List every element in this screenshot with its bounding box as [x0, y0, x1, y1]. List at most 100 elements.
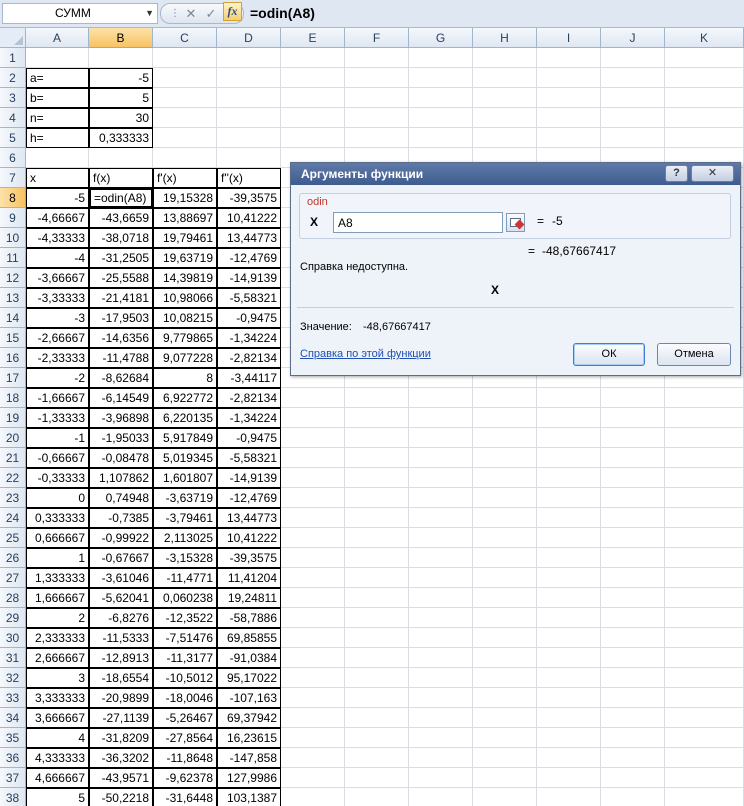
- cell-e18[interactable]: [281, 388, 345, 408]
- cell-a29[interactable]: 2: [26, 608, 89, 628]
- cell-a9[interactable]: -4,66667: [26, 208, 89, 228]
- cell-h34[interactable]: [473, 708, 537, 728]
- cell-c11[interactable]: 19,63719: [153, 248, 217, 268]
- cell-c2[interactable]: [153, 68, 217, 88]
- cell-a23[interactable]: 0: [26, 488, 89, 508]
- cell-g32[interactable]: [409, 668, 473, 688]
- cell-j31[interactable]: [601, 648, 665, 668]
- cell-d27[interactable]: 11,41204: [217, 568, 281, 588]
- cell-k27[interactable]: [665, 568, 744, 588]
- cell-a33[interactable]: 3,333333: [26, 688, 89, 708]
- row-header-4[interactable]: 4: [0, 108, 26, 128]
- cell-a31[interactable]: 2,666667: [26, 648, 89, 668]
- insert-function-icon[interactable]: fx: [223, 2, 242, 21]
- cell-i24[interactable]: [537, 508, 601, 528]
- cell-g29[interactable]: [409, 608, 473, 628]
- cell-h29[interactable]: [473, 608, 537, 628]
- cell-f27[interactable]: [345, 568, 409, 588]
- cell-c1[interactable]: [153, 48, 217, 68]
- cell-f28[interactable]: [345, 588, 409, 608]
- cell-a5[interactable]: h=: [26, 128, 89, 148]
- cell-a13[interactable]: -3,33333: [26, 288, 89, 308]
- cell-c16[interactable]: 9,077228: [153, 348, 217, 368]
- cell-d19[interactable]: -1,34224: [217, 408, 281, 428]
- cancel-button[interactable]: Отмена: [657, 343, 731, 366]
- row-header-22[interactable]: 22: [0, 468, 26, 488]
- cell-b4[interactable]: 30: [89, 108, 153, 128]
- cell-h21[interactable]: [473, 448, 537, 468]
- cell-i34[interactable]: [537, 708, 601, 728]
- cell-e31[interactable]: [281, 648, 345, 668]
- cell-d26[interactable]: -39,3575: [217, 548, 281, 568]
- row-header-10[interactable]: 10: [0, 228, 26, 248]
- row-header-27[interactable]: 27: [0, 568, 26, 588]
- cell-h20[interactable]: [473, 428, 537, 448]
- cell-f26[interactable]: [345, 548, 409, 568]
- cell-b22[interactable]: 1,107862: [89, 468, 153, 488]
- row-header-16[interactable]: 16: [0, 348, 26, 368]
- cell-f1[interactable]: [345, 48, 409, 68]
- cell-g30[interactable]: [409, 628, 473, 648]
- row-header-36[interactable]: 36: [0, 748, 26, 768]
- cell-j24[interactable]: [601, 508, 665, 528]
- cell-c5[interactable]: [153, 128, 217, 148]
- cell-b17[interactable]: -8,62684: [89, 368, 153, 388]
- cell-j27[interactable]: [601, 568, 665, 588]
- cell-g27[interactable]: [409, 568, 473, 588]
- cell-i20[interactable]: [537, 428, 601, 448]
- cell-b20[interactable]: -1,95033: [89, 428, 153, 448]
- cell-f24[interactable]: [345, 508, 409, 528]
- cell-c32[interactable]: -10,5012: [153, 668, 217, 688]
- cell-h31[interactable]: [473, 648, 537, 668]
- cell-b12[interactable]: -25,5588: [89, 268, 153, 288]
- cell-h38[interactable]: [473, 788, 537, 806]
- cell-c30[interactable]: -7,51476: [153, 628, 217, 648]
- row-header-23[interactable]: 23: [0, 488, 26, 508]
- row-header-8[interactable]: 8: [0, 188, 26, 208]
- row-header-2[interactable]: 2: [0, 68, 26, 88]
- cell-b27[interactable]: -3,61046: [89, 568, 153, 588]
- cell-k5[interactable]: [665, 128, 744, 148]
- cell-d20[interactable]: -0,9475: [217, 428, 281, 448]
- cell-k37[interactable]: [665, 768, 744, 788]
- cell-c13[interactable]: 10,98066: [153, 288, 217, 308]
- cell-a10[interactable]: -4,33333: [26, 228, 89, 248]
- cell-f34[interactable]: [345, 708, 409, 728]
- cell-k20[interactable]: [665, 428, 744, 448]
- cell-b8[interactable]: =odin(A8): [89, 188, 153, 208]
- cell-c15[interactable]: 9,779865: [153, 328, 217, 348]
- cell-e35[interactable]: [281, 728, 345, 748]
- cell-a24[interactable]: 0,333333: [26, 508, 89, 528]
- cell-c37[interactable]: -9,62378: [153, 768, 217, 788]
- column-header-e[interactable]: E: [281, 28, 345, 48]
- cell-a20[interactable]: -1: [26, 428, 89, 448]
- row-header-32[interactable]: 32: [0, 668, 26, 688]
- cell-h1[interactable]: [473, 48, 537, 68]
- cell-b10[interactable]: -38,0718: [89, 228, 153, 248]
- chevron-down-icon[interactable]: ▼: [145, 4, 154, 23]
- cell-a21[interactable]: -0,66667: [26, 448, 89, 468]
- cell-c18[interactable]: 6,922772: [153, 388, 217, 408]
- cell-e24[interactable]: [281, 508, 345, 528]
- cell-i3[interactable]: [537, 88, 601, 108]
- cell-k2[interactable]: [665, 68, 744, 88]
- cell-b32[interactable]: -18,6554: [89, 668, 153, 688]
- cell-j3[interactable]: [601, 88, 665, 108]
- cell-a38[interactable]: 5: [26, 788, 89, 806]
- row-header-26[interactable]: 26: [0, 548, 26, 568]
- cell-c36[interactable]: -11,8648: [153, 748, 217, 768]
- cell-d21[interactable]: -5,58321: [217, 448, 281, 468]
- cell-e21[interactable]: [281, 448, 345, 468]
- cell-j28[interactable]: [601, 588, 665, 608]
- cell-b38[interactable]: -50,2218: [89, 788, 153, 806]
- cell-j34[interactable]: [601, 708, 665, 728]
- cell-h30[interactable]: [473, 628, 537, 648]
- cell-f21[interactable]: [345, 448, 409, 468]
- cell-i36[interactable]: [537, 748, 601, 768]
- cell-b1[interactable]: [89, 48, 153, 68]
- cell-a14[interactable]: -3: [26, 308, 89, 328]
- cell-f20[interactable]: [345, 428, 409, 448]
- cell-a32[interactable]: 3: [26, 668, 89, 688]
- cell-b37[interactable]: -43,9571: [89, 768, 153, 788]
- cell-d37[interactable]: 127,9986: [217, 768, 281, 788]
